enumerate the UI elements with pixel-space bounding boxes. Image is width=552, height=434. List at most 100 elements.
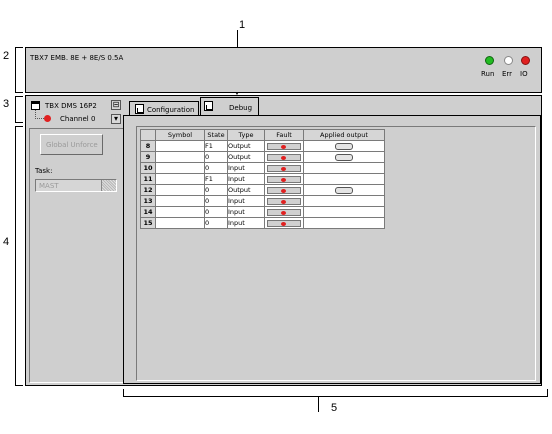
fault-led-icon <box>281 166 286 171</box>
fault-indicator-button[interactable] <box>267 164 301 172</box>
table-header-fault: Fault <box>264 129 304 141</box>
applied-output-button[interactable] <box>335 142 353 150</box>
applied-output-cell <box>303 206 385 218</box>
type-cell: Input <box>227 162 265 174</box>
state-cell: F1 <box>204 173 228 185</box>
fault-indicator-button[interactable] <box>267 186 301 194</box>
fault-indicator-button[interactable] <box>267 153 301 161</box>
channel-status-dot <box>44 115 51 122</box>
table-row[interactable]: 11 F1 Input <box>140 173 385 185</box>
table-row[interactable]: 14 0 Input <box>140 206 385 218</box>
task-value: MAST <box>39 182 59 190</box>
table-row[interactable]: 15 0 Input <box>140 217 385 229</box>
symbol-cell[interactable] <box>155 140 205 152</box>
tab-debug[interactable]: Debug <box>200 97 259 116</box>
table-row[interactable]: 10 0 Input <box>140 162 385 174</box>
applied-output-cell <box>303 184 385 196</box>
symbol-cell[interactable] <box>155 206 205 218</box>
symbol-cell[interactable] <box>155 173 205 185</box>
callout-1: 1 <box>239 19 246 31</box>
err-led <box>504 56 513 65</box>
debug-tab-icon <box>204 101 213 111</box>
state-cell: 0 <box>204 195 228 207</box>
state-cell: 0 <box>204 162 228 174</box>
task-select[interactable]: MAST <box>35 179 117 192</box>
symbol-cell[interactable] <box>155 162 205 174</box>
callout-5: 5 <box>331 402 338 414</box>
global-unforce-label: Global Unforce <box>46 141 98 149</box>
fault-cell <box>264 151 304 163</box>
task-dropdown-button[interactable] <box>101 180 116 191</box>
io-led <box>521 56 530 65</box>
fault-cell <box>264 206 304 218</box>
fault-indicator-button[interactable] <box>267 219 301 227</box>
module-expand-button[interactable]: ⊟ <box>111 100 121 110</box>
run-led-label: Run <box>481 70 495 78</box>
table-row[interactable]: 13 0 Input <box>140 195 385 207</box>
applied-output-cell <box>303 140 385 152</box>
type-cell: Output <box>227 184 265 196</box>
fault-indicator-button[interactable] <box>267 175 301 183</box>
type-cell: Input <box>227 217 265 229</box>
fault-led-icon <box>281 155 286 160</box>
run-led <box>485 56 494 65</box>
table-header-type: Type <box>227 129 265 141</box>
table-header-state: State <box>204 129 228 141</box>
tab-debug-label: Debug <box>229 104 253 112</box>
row-number: 12 <box>140 184 156 196</box>
module-name: TBX DMS 16P2 <box>45 102 97 110</box>
global-unforce-button[interactable]: Global Unforce <box>40 134 103 155</box>
fault-led-icon <box>281 177 286 182</box>
callout-2-bracket-bottom <box>15 92 23 93</box>
symbol-cell[interactable] <box>155 184 205 196</box>
table-header-row: Symbol State Type Fault Applied output <box>140 129 385 141</box>
applied-output-button[interactable] <box>335 153 353 161</box>
state-cell: 0 <box>204 217 228 229</box>
left-control-panel: Global Unforce Task: MAST <box>29 128 124 383</box>
row-number: 8 <box>140 140 156 152</box>
task-label: Task: <box>35 167 53 175</box>
table-row[interactable]: 9 0 Output <box>140 151 385 163</box>
row-number: 15 <box>140 217 156 229</box>
type-cell: Output <box>227 151 265 163</box>
table-header-applied-output: Applied output <box>303 129 385 141</box>
module-header-panel: TBX7 EMB. 8E + 8E/S 0.5A Run Err IO <box>25 47 542 93</box>
applied-output-cell <box>303 217 385 229</box>
fault-indicator-button[interactable] <box>267 208 301 216</box>
symbol-cell[interactable] <box>155 217 205 229</box>
applied-output-button[interactable] <box>335 186 353 194</box>
state-cell: 0 <box>204 184 228 196</box>
table-header-symbol: Symbol <box>155 129 205 141</box>
fault-cell <box>264 162 304 174</box>
channel-name[interactable]: Channel 0 <box>60 115 95 123</box>
channel-dropdown-button[interactable]: ▾ <box>111 114 121 124</box>
table-row[interactable]: 8 F1 Output <box>140 140 385 152</box>
fault-led-icon <box>281 188 286 193</box>
module-icon <box>31 101 40 110</box>
table-row[interactable]: 12 0 Output <box>140 184 385 196</box>
type-cell: Input <box>227 195 265 207</box>
tab-configuration[interactable]: Configuration <box>129 101 199 115</box>
tab-configuration-label: Configuration <box>147 106 195 114</box>
symbol-cell[interactable] <box>155 151 205 163</box>
row-number: 10 <box>140 162 156 174</box>
row-number: 11 <box>140 173 156 185</box>
callout-2: 2 <box>3 50 10 62</box>
applied-output-cell <box>303 173 385 185</box>
callout-5-bracket <box>123 396 548 397</box>
fault-cell <box>264 195 304 207</box>
fault-indicator-button[interactable] <box>267 142 301 150</box>
fault-cell <box>264 184 304 196</box>
callout-3: 3 <box>3 98 10 110</box>
fault-led-icon <box>281 221 286 226</box>
type-cell: Output <box>227 140 265 152</box>
state-cell: 0 <box>204 206 228 218</box>
fault-led-icon <box>281 210 286 215</box>
state-cell: 0 <box>204 151 228 163</box>
row-number: 13 <box>140 195 156 207</box>
io-led-label: IO <box>520 70 528 78</box>
fault-indicator-button[interactable] <box>267 197 301 205</box>
tree-connector <box>35 110 44 119</box>
symbol-cell[interactable] <box>155 195 205 207</box>
err-led-label: Err <box>502 70 513 78</box>
